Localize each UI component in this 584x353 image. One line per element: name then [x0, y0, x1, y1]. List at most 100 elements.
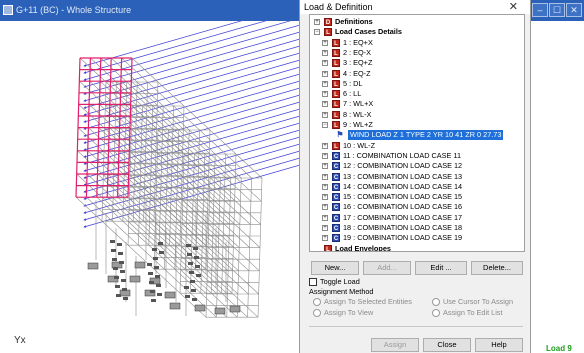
expand-icon[interactable]: +: [322, 163, 328, 170]
tree-node[interactable]: + C 17 : COMBINATION LOAD CASE 17: [310, 213, 524, 223]
tree-node-label: 5 : DL: [343, 78, 363, 88]
expand-icon[interactable]: +: [322, 183, 328, 190]
tree-node[interactable]: L Load Envelopes: [310, 244, 524, 251]
collapse-icon[interactable]: −: [322, 122, 328, 128]
edit-button[interactable]: Edit ...: [415, 261, 467, 275]
foundation-node: [153, 257, 158, 260]
tree-node[interactable]: + L 3 : EQ+Z: [310, 58, 524, 68]
expand-icon[interactable]: +: [322, 91, 328, 98]
expand-icon[interactable]: +: [322, 39, 328, 46]
expand-icon[interactable]: +: [322, 152, 328, 159]
foundation-node: [116, 294, 121, 297]
tree-node[interactable]: + C 11 : COMBINATION LOAD CASE 11: [310, 151, 524, 161]
tree-node[interactable]: + D Definitions: [310, 17, 524, 27]
expand-icon[interactable]: +: [322, 49, 328, 56]
tree-node[interactable]: − L 9 : WL+Z: [310, 120, 524, 130]
foundation-node: [148, 272, 153, 275]
tree-node[interactable]: + C 13 : COMBINATION LOAD CASE 13: [310, 172, 524, 182]
foundation-node: [118, 252, 123, 255]
tree-node-label: 11 : COMBINATION LOAD CASE 11: [343, 150, 461, 160]
edit-list-radio[interactable]: [432, 309, 440, 317]
expand-icon[interactable]: +: [322, 214, 328, 221]
support-block: [169, 302, 181, 310]
expand-icon[interactable]: +: [322, 70, 328, 77]
tree-node-label: 7 : WL+X: [343, 99, 374, 109]
foundation-node: [157, 293, 162, 296]
assign-selected-label: Assign To Selected Entities: [324, 297, 412, 306]
tree-node[interactable]: + L 6 : LL: [310, 89, 524, 99]
expand-icon[interactable]: +: [322, 142, 328, 149]
collapse-icon[interactable]: −: [314, 29, 320, 36]
expand-icon[interactable]: +: [322, 111, 328, 118]
tree-node-label: 6 : LL: [343, 89, 362, 99]
load-tree[interactable]: + D Definitions − L Load Cases Details + L 1 : E…: [309, 14, 525, 252]
combination-load-icon: C: [332, 193, 340, 202]
combination-load-icon: C: [332, 213, 340, 222]
app-icon: [3, 5, 13, 15]
new-button[interactable]: New...: [311, 261, 359, 275]
assign-button[interactable]: Assign: [371, 338, 419, 352]
load-case-icon: L: [332, 48, 340, 57]
tree-node[interactable]: + L 8 : WL-X: [310, 110, 524, 120]
expand-icon[interactable]: +: [314, 19, 320, 25]
support-block: [87, 262, 99, 270]
tree-node[interactable]: + L 10 : WL-Z: [310, 141, 524, 151]
structure-3d-view[interactable]: [0, 21, 300, 353]
tree-node-label: 17 : COMBINATION LOAD CASE 17: [343, 212, 463, 222]
tree-node[interactable]: + C 16 : COMBINATION LOAD CASE 16: [310, 202, 524, 212]
add-button[interactable]: Add...: [363, 261, 411, 275]
close-view-button[interactable]: ✕: [566, 3, 582, 17]
help-button[interactable]: Help: [475, 338, 523, 352]
load-case-icon: L: [332, 38, 340, 47]
tree-node-label: 8 : WL-X: [343, 109, 372, 119]
expand-icon[interactable]: +: [322, 101, 328, 108]
foundation-node: [194, 256, 199, 259]
expand-icon[interactable]: +: [322, 173, 328, 180]
foundation-node: [185, 295, 190, 298]
assign-view-label: Assign To View: [324, 308, 374, 317]
load-arrow: [83, 24, 300, 88]
tree-node[interactable]: + L 1 : EQ+X: [310, 38, 524, 48]
foundation-node: [150, 290, 155, 293]
expand-icon[interactable]: +: [322, 194, 328, 201]
delete-button[interactable]: Delete...: [471, 261, 523, 275]
expand-icon[interactable]: +: [322, 60, 328, 67]
tree-node[interactable]: + C 19 : COMBINATION LOAD CASE 19: [310, 233, 524, 243]
tree-node[interactable]: + L 2 : EQ-X: [310, 48, 524, 58]
foundation-node: [152, 248, 157, 251]
foundation-node: [154, 266, 159, 269]
close-button[interactable]: Close: [423, 338, 471, 352]
assign-selected-radio[interactable]: [313, 298, 321, 306]
dialog-close-icon[interactable]: ✕: [509, 0, 518, 13]
foundation-node: [192, 298, 197, 301]
foundation-node: [121, 279, 126, 282]
use-cursor-radio[interactable]: [432, 298, 440, 306]
foundation-node: [186, 244, 191, 247]
tree-node[interactable]: + L 5 : DL: [310, 79, 524, 89]
tree-node[interactable]: + L 7 : WL+X: [310, 99, 524, 109]
foundation-node: [123, 297, 128, 300]
tree-node[interactable]: + C 14 : COMBINATION LOAD CASE 14: [310, 182, 524, 192]
tree-node[interactable]: − L Load Cases Details: [310, 27, 524, 37]
load-arrow: [83, 21, 267, 74]
minimize-button[interactable]: –: [532, 3, 548, 17]
expand-icon[interactable]: +: [322, 204, 328, 211]
tree-node[interactable]: + C 12 : COMBINATION LOAD CASE 12: [310, 161, 524, 171]
foundation-node: [151, 299, 156, 302]
toggle-load-checkbox[interactable]: [309, 278, 317, 286]
tree-node[interactable]: ⚑ WIND LOAD Z 1 TYPE 2 YR 10 41 ZR 0 27.7…: [310, 130, 524, 141]
foundation-node: [159, 251, 164, 254]
tree-node-label: 15 : COMBINATION LOAD CASE 15: [343, 192, 463, 202]
tree-node[interactable]: + L 4 : EQ-Z: [310, 69, 524, 79]
assign-view-radio[interactable]: [313, 309, 321, 317]
tree-node[interactable]: + C 15 : COMBINATION LOAD CASE 15: [310, 192, 524, 202]
maximize-button[interactable]: ☐: [549, 3, 565, 17]
foundation-node: [196, 274, 201, 277]
expand-icon[interactable]: +: [322, 80, 328, 87]
foundation-node: [119, 261, 124, 264]
divider: [309, 326, 523, 327]
expand-icon[interactable]: +: [322, 235, 328, 242]
expand-icon[interactable]: +: [322, 225, 328, 231]
tree-node[interactable]: + C 18 : COMBINATION LOAD CASE 18: [310, 223, 524, 233]
assignment-method-label: Assignment Method: [309, 287, 374, 296]
